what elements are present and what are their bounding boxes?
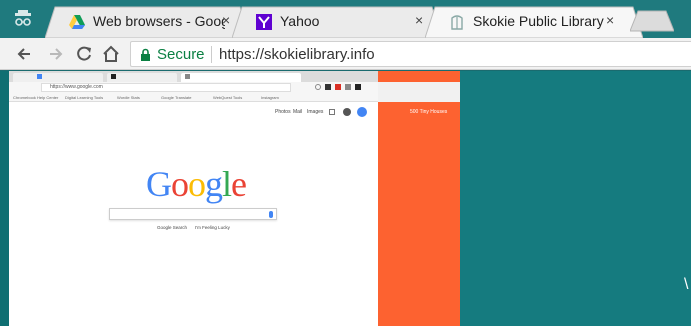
toolbar: Secure https://skokielibrary.info bbox=[0, 38, 691, 70]
inner-bookmarks-bar: Chromebook Help Center Digital Learning … bbox=[9, 93, 378, 102]
tab-title: Yahoo bbox=[280, 13, 320, 29]
google-logo: Google bbox=[146, 164, 247, 204]
close-tab-icon[interactable]: × bbox=[415, 12, 423, 28]
inner-url: https://www.google.com bbox=[41, 83, 291, 92]
home-icon[interactable] bbox=[101, 44, 121, 64]
security-label: Secure bbox=[157, 46, 205, 63]
address-bar[interactable]: Secure https://skokielibrary.info bbox=[130, 41, 691, 67]
bookmark: Wordle Stats bbox=[117, 95, 140, 100]
google-link-mail: Mail bbox=[293, 109, 303, 115]
skokie-library-icon bbox=[451, 15, 463, 30]
inner-tab-strip bbox=[9, 71, 378, 82]
close-tab-icon[interactable]: × bbox=[222, 12, 230, 28]
url-text[interactable]: https://skokielibrary.info bbox=[219, 46, 375, 63]
close-tab-icon[interactable]: × bbox=[606, 12, 614, 28]
google-search-box bbox=[109, 208, 277, 220]
forward-arrow-icon[interactable] bbox=[46, 44, 66, 64]
left-border bbox=[0, 71, 9, 326]
inner-toolbar: https://www.google.com bbox=[9, 82, 378, 93]
back-arrow-icon[interactable] bbox=[14, 44, 34, 64]
bookmark: Chromebook Help Center bbox=[13, 95, 59, 100]
orange-label: 500 Tiny Houses bbox=[410, 109, 448, 115]
incognito-icon bbox=[15, 10, 31, 26]
tab-strip: Web browsers - Google × Yahoo × Skokie P… bbox=[0, 0, 691, 38]
google-drive-icon bbox=[69, 15, 85, 29]
lock-icon bbox=[141, 48, 150, 61]
microphone-icon bbox=[269, 211, 273, 218]
orange-toolbar-strip bbox=[378, 82, 460, 102]
new-tab-button[interactable] bbox=[630, 10, 674, 32]
yahoo-icon bbox=[256, 14, 272, 30]
tab-web-browsers[interactable]: Web browsers - Google × bbox=[45, 6, 250, 38]
reload-icon[interactable] bbox=[74, 44, 94, 64]
bookmark: Digital Learning Tools bbox=[65, 95, 104, 100]
divider bbox=[211, 46, 212, 63]
google-link-images: Images bbox=[307, 109, 324, 115]
embedded-screenshot: https://www.google.com Chromebook Help C… bbox=[9, 71, 378, 326]
tab-title: Skokie Public Library bbox=[473, 13, 604, 29]
google-link-photos: Photos bbox=[275, 109, 291, 115]
tab-title: Web browsers - Google bbox=[93, 13, 225, 29]
google-search-button: Google Search bbox=[157, 225, 188, 230]
bookmark: Google Translate bbox=[161, 95, 192, 100]
page-content: https://www.google.com Chromebook Help C… bbox=[0, 71, 691, 326]
tab-yahoo[interactable]: Yahoo × bbox=[232, 6, 442, 38]
tab-skokie-library[interactable]: Skokie Public Library × bbox=[425, 6, 643, 38]
feeling-lucky-button: I'm Feeling Lucky bbox=[195, 225, 230, 230]
bookmark: Instagram bbox=[261, 95, 279, 100]
orange-sidebar: 500 Tiny Houses bbox=[378, 71, 460, 326]
bookmark: WebQuest Tools bbox=[213, 95, 243, 100]
edge-glyph: \ bbox=[684, 276, 689, 293]
